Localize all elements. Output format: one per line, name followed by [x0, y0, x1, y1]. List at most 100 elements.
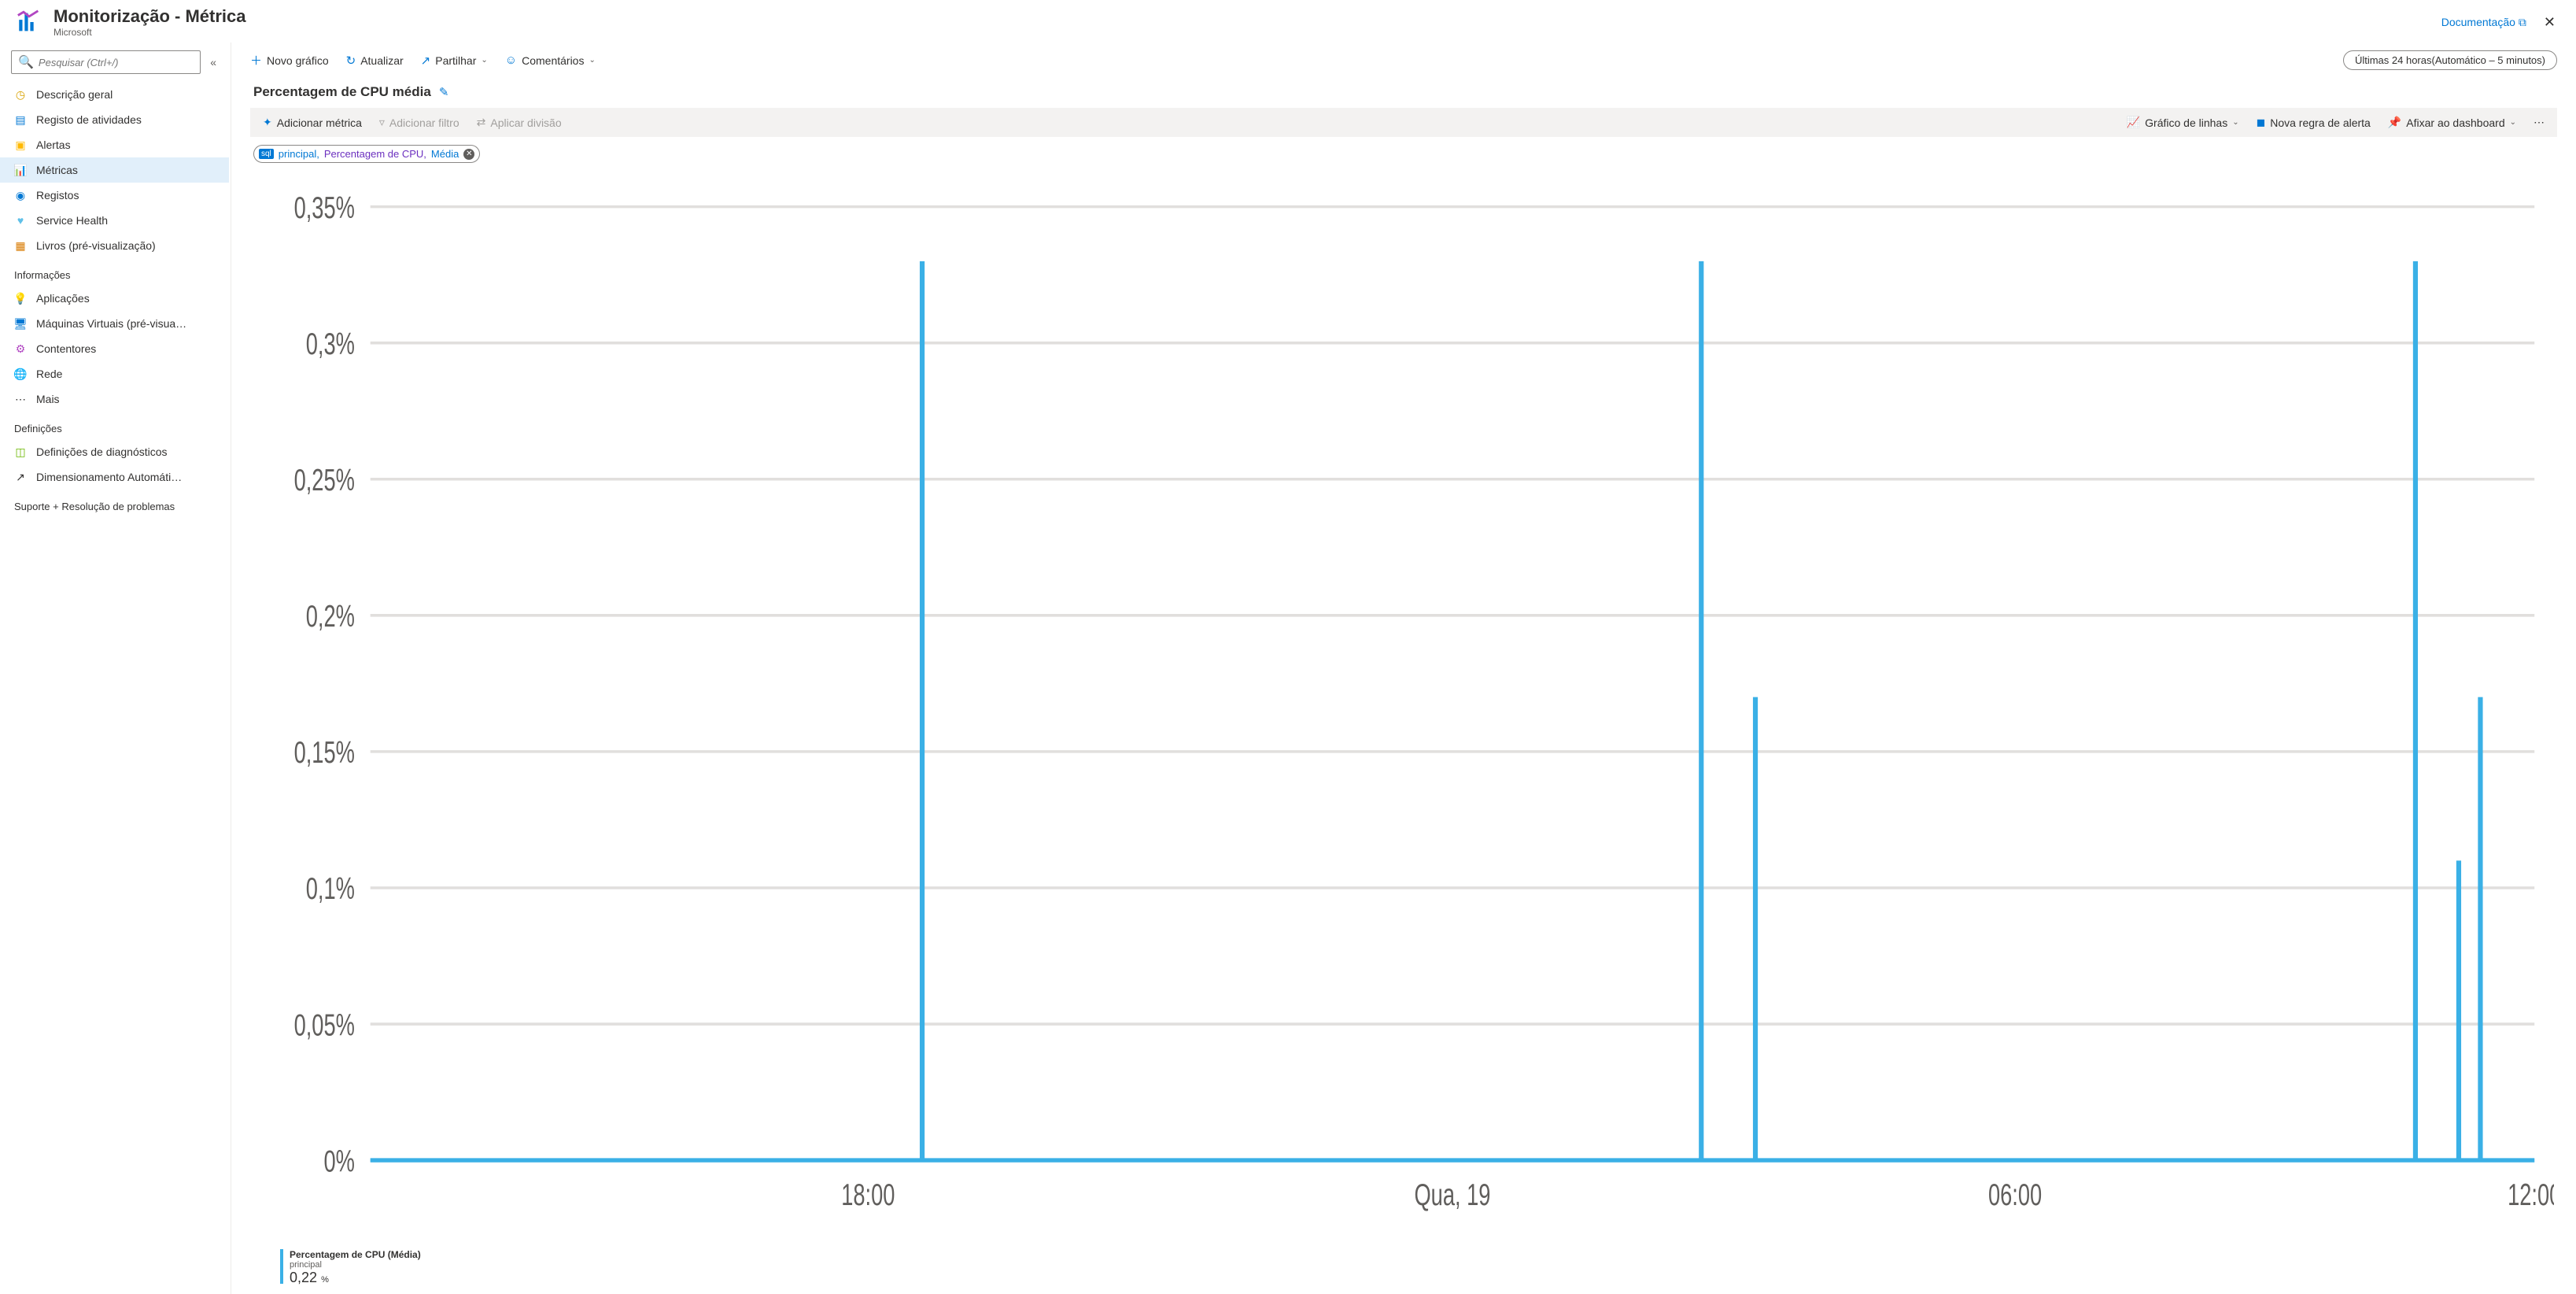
sidebar-item[interactable]: ⋯ Mais	[0, 386, 229, 412]
chart-title: Percentagem de CPU média	[253, 84, 431, 100]
svg-text:0,35%: 0,35%	[294, 190, 355, 225]
nav-item-icon: ♥	[14, 214, 27, 227]
sidebar-item[interactable]: ↗Dimensionamento Automáti…	[0, 464, 229, 490]
chart-type-dropdown[interactable]: 📈 Gráfico de linhas ⌄	[2120, 113, 2246, 132]
add-metric-icon: ✦	[263, 116, 272, 129]
nav-item-label: Livros (pré-visualização)	[36, 239, 156, 252]
nav-item-icon: ▦	[14, 239, 27, 252]
sidebar-item[interactable]: 🌐Rede	[0, 361, 229, 386]
pin-dashboard-button[interactable]: 📌 Afixar ao dashboard ⌄	[2382, 113, 2522, 132]
nav-item-label: Registo de atividades	[36, 113, 142, 126]
sidebar-item[interactable]: ◫ Definições de diagnósticos	[0, 439, 229, 464]
sidebar-section-header: Definições	[0, 412, 229, 439]
sidebar-item[interactable]: ▣ Alertas	[0, 132, 229, 157]
chip-resource: principal,	[279, 148, 319, 160]
nav-item-label: Descrição geral	[36, 88, 113, 101]
plus-icon: ＋	[250, 52, 262, 68]
refresh-icon: ↻	[346, 54, 356, 68]
metrics-logo-icon	[16, 9, 42, 35]
remove-chip-button[interactable]: ✕	[463, 149, 474, 160]
chevron-down-icon: ⌄	[2510, 118, 2516, 127]
documentation-link[interactable]: Documentação ⧉	[2441, 16, 2526, 29]
nav-item-icon: 💡	[14, 292, 27, 305]
sidebar-nav: ◷ Descrição geral ▤ Registo de atividades ▣ A…	[0, 82, 231, 1294]
pencil-icon: ✎	[439, 86, 449, 99]
chip-aggregation: Média	[431, 148, 459, 160]
sidebar-section-header: Informações	[0, 258, 229, 286]
nav-item-icon: ⋯	[14, 393, 27, 405]
nav-item-icon: ⚙	[14, 342, 27, 355]
nav-item-label: Contentores	[36, 342, 96, 355]
nav-item-icon: ▤	[14, 113, 27, 126]
metrics-chart[interactable]: 0%0,05%0,1%0,15%0,2%0,25%0,3%0,35%18:00Q…	[253, 179, 2554, 1244]
command-bar: ＋ Novo gráfico ↻ Atualizar ↗ Partilhar ⌄…	[231, 43, 2576, 78]
sidebar-item[interactable]: ◷ Descrição geral	[0, 82, 229, 107]
nav-item-label: Definições de diagnósticos	[36, 446, 168, 458]
collapse-sidebar-button[interactable]: «	[207, 54, 220, 70]
nav-item-icon: ◫	[14, 446, 27, 458]
nav-item-label: Mais	[36, 393, 60, 405]
pin-icon: 📌	[2388, 116, 2401, 129]
sidebar-item[interactable]: 🖥Máquinas Virtuais (pré-visua…	[0, 311, 229, 336]
split-icon: ⇄	[477, 116, 486, 129]
share-button[interactable]: ↗ Partilhar ⌄	[421, 54, 488, 68]
nav-item-label: Alertas	[36, 139, 71, 151]
sidebar-item[interactable]: ▦ Livros (pré-visualização)	[0, 233, 229, 258]
sidebar-item[interactable]: 💡 Aplicações	[0, 286, 229, 311]
svg-text:12:00: 12:00	[2508, 1178, 2554, 1212]
search-icon: 🔍	[18, 54, 34, 70]
time-range-picker[interactable]: Últimas 24 horas(Automático – 5 minutos)	[2343, 50, 2557, 70]
new-alert-rule-button[interactable]: ◼ Nova regra de alerta	[2250, 113, 2377, 132]
line-chart-icon: 📈	[2127, 116, 2140, 129]
nav-item-label: Registos	[36, 189, 79, 201]
sidebar-item[interactable]: 📊Métricas	[0, 157, 229, 183]
svg-text:18:00: 18:00	[841, 1178, 895, 1212]
main-content: ＋ Novo gráfico ↻ Atualizar ↗ Partilhar ⌄…	[231, 43, 2576, 1294]
sidebar-item[interactable]: ▤ Registo de atividades	[0, 107, 229, 132]
refresh-button[interactable]: ↻ Atualizar	[346, 54, 404, 68]
sidebar-item[interactable]: ♥ Service Health	[0, 208, 229, 233]
search-input-wrap[interactable]: 🔍	[11, 50, 201, 74]
legend-resource: principal	[290, 1260, 421, 1270]
nav-item-label: Métricas	[36, 164, 78, 176]
nav-item-label: Service Health	[36, 214, 108, 227]
svg-text:0,1%: 0,1%	[306, 871, 355, 906]
nav-item-icon: ◷	[14, 88, 27, 101]
metric-chip[interactable]: sql principal, Percentagem de CPU, Média…	[253, 145, 480, 163]
alert-icon: ◼	[2257, 116, 2266, 129]
svg-text:0,2%: 0,2%	[306, 599, 355, 634]
search-input[interactable]	[39, 57, 194, 68]
add-filter-button[interactable]: ▿ Adicionar filtro	[373, 113, 466, 132]
filter-icon: ▿	[379, 116, 385, 129]
nav-item-icon: 🌐	[14, 368, 27, 380]
legend-color-bar	[280, 1249, 283, 1284]
svg-text:Qua, 19: Qua, 19	[1414, 1178, 1490, 1212]
svg-text:0,05%: 0,05%	[294, 1007, 355, 1042]
share-icon: ↗	[421, 54, 431, 68]
legend-title: Percentagem de CPU (Média)	[290, 1249, 421, 1260]
legend-value: 0,22 %	[290, 1270, 421, 1286]
more-options-button[interactable]: ⋯	[2527, 113, 2551, 132]
add-metric-button[interactable]: ✦ Adicionar métrica	[256, 113, 368, 132]
sidebar-item[interactable]: ◉Registos	[0, 183, 229, 208]
nav-item-label: Aplicações	[36, 292, 90, 305]
nav-item-icon: ↗	[14, 471, 27, 483]
apply-split-button[interactable]: ⇄ Aplicar divisão	[471, 113, 568, 132]
metric-toolbar: ✦ Adicionar métrica ▿ Adicionar filtro ⇄…	[250, 108, 2557, 137]
nav-item-icon: ▣	[14, 139, 27, 151]
chevron-down-icon: ⌄	[2232, 118, 2238, 127]
close-button[interactable]: ✕	[2539, 11, 2560, 34]
svg-text:06:00: 06:00	[1988, 1178, 2042, 1212]
svg-text:0,3%: 0,3%	[306, 327, 355, 361]
page-subtitle: Microsoft	[54, 27, 245, 38]
chevron-down-icon: ⌄	[589, 56, 595, 65]
sidebar-item[interactable]: ⚙ Contentores	[0, 336, 229, 361]
new-chart-button[interactable]: ＋ Novo gráfico	[250, 52, 329, 68]
edit-title-button[interactable]: ✎	[439, 85, 449, 99]
svg-text:0%: 0%	[323, 1144, 354, 1179]
external-link-icon: ⧉	[2519, 16, 2526, 29]
svg-text:0,25%: 0,25%	[294, 463, 355, 497]
chevron-down-icon: ⌄	[481, 56, 487, 65]
sql-badge-icon: sql	[259, 149, 274, 159]
feedback-button[interactable]: ☺ Comentários ⌄	[505, 54, 596, 67]
